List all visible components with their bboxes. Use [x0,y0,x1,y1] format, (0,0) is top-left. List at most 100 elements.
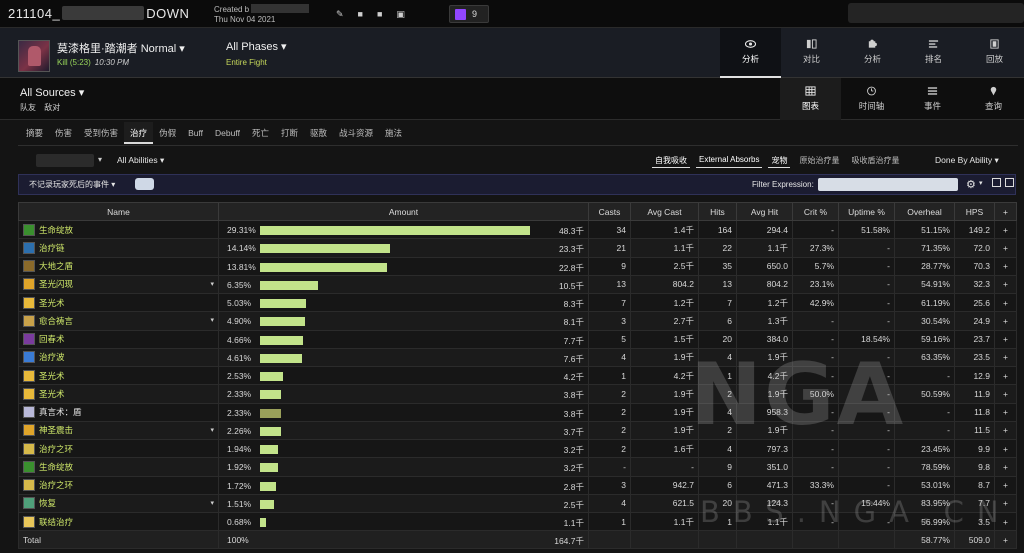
tab-healing[interactable]: 治疗 [124,122,154,144]
ability-name[interactable]: 圣光术 [39,389,65,399]
add-button[interactable]: + [994,292,1017,313]
ability-cell[interactable]: 治疗波 [18,347,219,368]
col-overheal[interactable]: Overheal [894,202,955,221]
tab-compare[interactable]: 对比 [781,28,842,78]
tab-replay[interactable]: 回放 [964,28,1024,78]
lock-icon[interactable]: ■ [358,9,363,20]
add-button[interactable]: + [994,329,1017,349]
add-button[interactable]: + [994,274,1017,295]
tab-damage-done[interactable]: 伤害 [49,122,78,144]
done-by-selector[interactable]: Done By Ability ▾ [935,155,999,166]
ability-name[interactable]: 圣光术 [39,298,65,308]
table-row[interactable]: 愈合祷言 ▾ 4.90% 8.1千 3 2.7千 6 1.3千 - -30.54% 24.9 + [18,311,1017,331]
tab-buffs[interactable]: Buff [182,122,209,144]
col-casts[interactable]: Casts [588,202,631,221]
table-row[interactable]: 圣光术 5.03% 8.3千 7 1.2千 7 1.2千 42.9% -61.19% 25.6 + [18,292,1017,313]
add-button[interactable]: + [994,347,1017,368]
toggle-raw-healing[interactable]: 原始治疗量 [796,154,842,168]
ability-name[interactable]: 回春术 [39,334,65,344]
add-button[interactable]: + [994,457,1017,477]
ability-name[interactable]: 大地之盾 [39,261,73,271]
phase-selector[interactable]: All Phases ▾ [226,40,287,53]
ability-name[interactable]: 神圣震击 [39,425,73,435]
table-row[interactable]: 治疗链 14.14% 23.3千 21 1.1千 22 1.1千 27.3% -71.35% 72… [18,238,1017,258]
ability-name[interactable]: 圣光闪现 [39,279,73,289]
tab-summary[interactable]: 摘要 [20,122,49,144]
options-toggle[interactable] [135,178,154,190]
tab-interrupts[interactable]: 打断 [275,122,304,144]
add-button[interactable]: + [994,475,1017,495]
toggle-pets[interactable]: 宠物 [768,154,791,168]
ability-cell[interactable]: 圣光闪现 ▾ [18,274,219,295]
add-button[interactable]: + [994,365,1017,386]
ability-name[interactable]: 治疗之环 [39,444,73,454]
chevron-down-icon[interactable]: ▾ [979,179,983,187]
toggle-external-absorbs[interactable]: External Absorbs [696,154,763,168]
ability-name[interactable]: 治疗链 [39,243,65,253]
ability-cell[interactable]: 愈合祷言 ▾ [18,311,219,331]
ability-cell[interactable]: 生命绽放 [18,219,219,240]
ability-cell[interactable]: 圣光术 [18,384,219,404]
ability-name[interactable]: 恢复 [39,498,56,508]
ability-name[interactable]: 联结治疗 [39,517,73,527]
tab-table[interactable]: 图表 [780,78,841,120]
tab-analyze[interactable]: 分析 [842,28,903,78]
ability-name[interactable]: 生命绽放 [39,462,73,472]
export-icon[interactable]: ▣ [396,9,405,20]
chevron-down-icon[interactable]: ▾ [98,155,102,164]
tab-events[interactable]: 事件 [902,78,963,120]
tab-casts[interactable]: 施法 [379,122,408,144]
add-button[interactable]: + [994,256,1017,276]
tab-rankings[interactable]: 排名 [903,28,964,78]
tab-deaths[interactable]: 死亡 [246,122,275,144]
total-add-button[interactable]: + [994,530,1017,550]
maximize-icon[interactable] [1005,178,1014,187]
enemy-link[interactable]: 敌对 [44,103,60,112]
chevron-down-icon[interactable]: ▾ [210,426,214,434]
ability-name[interactable]: 治疗之环 [39,480,73,490]
ability-cell[interactable]: 联结治疗 [18,511,219,532]
toggle-self-absorbs[interactable]: 自我吸收 [652,154,690,168]
sources-selector[interactable]: All Sources ▾ [20,86,84,99]
ability-cell[interactable]: 治疗之环 [18,475,219,495]
table-row[interactable]: 生命绽放 1.92% 3.2千 - -9 351.0- -78.59% 9.8 + [18,457,1017,477]
ability-cell[interactable]: 圣光术 [18,365,219,386]
ability-cell[interactable]: 神圣震击 ▾ [18,420,219,441]
tab-debuffs[interactable]: Debuff [209,122,246,144]
edit-icon[interactable]: ✎ [336,9,344,20]
tab-damage-taken[interactable]: 受到伤害 [78,122,124,144]
chevron-down-icon[interactable]: ▾ [210,280,214,288]
col-add[interactable]: + [994,202,1017,221]
abilities-selector[interactable]: All Abilities ▾ [117,155,164,166]
tab-dispels[interactable]: 驱散 [304,122,333,144]
boss-selector[interactable]: 莫漆格里·踏潮者 Normal ▾ [57,40,185,56]
table-row[interactable]: 治疗之环 1.72% 2.8千 3 942.7 6 471.3 33.3% -53.01% 8.7… [18,475,1017,495]
ability-name[interactable]: 真言术：盾 [39,407,82,417]
tab-fake[interactable]: 伪假 [153,122,182,144]
tab-resources[interactable]: 战斗资源 [333,122,379,144]
add-button[interactable]: + [994,438,1017,459]
add-button[interactable]: + [994,420,1017,441]
ability-cell[interactable]: 回春术 [18,329,219,349]
ability-name[interactable]: 愈合祷言 [39,316,73,326]
ability-name[interactable]: 治疗波 [39,352,65,362]
ability-cell[interactable]: 真言术：盾 [18,402,219,422]
col-crit[interactable]: Crit % [792,202,839,221]
col-amount[interactable]: Amount [218,202,589,221]
table-row[interactable]: 大地之盾 13.81% 22.8千 9 2.5千 35 650.0 5.7% -28.77% 70… [18,256,1017,276]
ability-cell[interactable]: 恢复 ▾ [18,493,219,514]
chevron-down-icon[interactable]: ▾ [210,316,214,324]
table-row[interactable]: 生命绽放 29.31% 48.3千 34 1.4千 164 294.4-51.58% 51.1… [18,219,1017,240]
friendly-link[interactable]: 队友 [20,103,36,112]
ability-name[interactable]: 生命绽放 [39,225,73,235]
col-uptime[interactable]: Uptime % [838,202,895,221]
ability-cell[interactable]: 治疗之环 [18,438,219,459]
lock-closed-icon[interactable]: ■ [377,9,382,20]
tab-timeline[interactable]: 时间轴 [841,78,902,120]
death-events-selector[interactable]: 不记录玩家死后的事件 ▾ [29,179,115,190]
add-button[interactable]: + [994,238,1017,258]
col-name[interactable]: Name [18,202,219,221]
ability-name[interactable]: 圣光术 [39,371,65,381]
add-button[interactable]: + [994,219,1017,240]
col-avg-cast[interactable]: Avg Cast [630,202,699,221]
